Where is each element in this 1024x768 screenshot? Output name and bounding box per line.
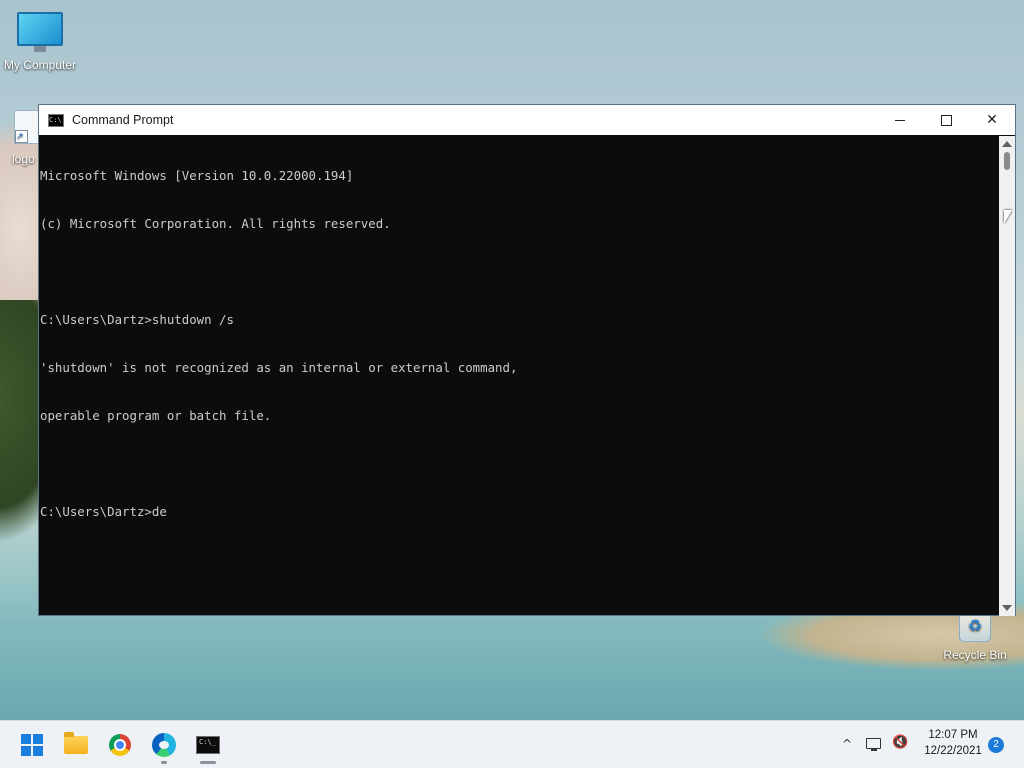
minimize-icon	[895, 119, 905, 121]
console-line: operable program or batch file.	[40, 408, 272, 423]
notification-badge[interactable]: 2	[988, 737, 1004, 753]
taskbar-clock[interactable]: 12:07 PM 12/22/2021	[918, 727, 988, 759]
console-line: 'shutdown' is not recognized as an inter…	[40, 360, 518, 375]
monitor-icon	[17, 12, 63, 52]
desktop-icon-my-computer[interactable]: My Computer	[0, 12, 80, 72]
command-prompt-window[interactable]: C:\ Command Prompt ✕ Microsoft Windows […	[38, 104, 1016, 616]
desktop-icon-label: Recycle Bin	[943, 648, 1007, 662]
taskbar-chrome[interactable]	[104, 729, 136, 761]
maximize-button[interactable]	[923, 105, 969, 135]
window-title: Command Prompt	[72, 113, 174, 127]
close-icon: ✕	[986, 112, 998, 128]
taskbar-file-explorer[interactable]	[60, 729, 92, 761]
edge-icon	[152, 733, 176, 757]
tray-overflow-chevron-icon[interactable]: ^	[840, 737, 854, 751]
cmd-icon: C:\	[48, 113, 64, 127]
console-line: Microsoft Windows [Version 10.0.22000.19…	[40, 168, 354, 183]
scroll-down-icon[interactable]	[1002, 605, 1012, 611]
taskbar-command-prompt[interactable]: C:\_	[192, 729, 224, 764]
clock-time: 12:07 PM	[928, 729, 978, 741]
console-line: C:\Users\Dartz>shutdown /s	[40, 312, 234, 327]
taskbar: C:\_ ^ 🔇 12:07 PM 12/22/2021 2	[0, 720, 1024, 768]
minimize-button[interactable]	[877, 105, 923, 135]
maximize-icon	[940, 114, 952, 126]
desktop-icon-recycle-bin[interactable]: ♻ Recycle Bin	[935, 612, 1015, 662]
console-output[interactable]: Microsoft Windows [Version 10.0.22000.19…	[39, 136, 1001, 616]
recycle-bin-icon: ♻	[959, 612, 991, 642]
vertical-scrollbar[interactable]	[999, 136, 1015, 616]
network-icon[interactable]	[866, 736, 882, 752]
start-button[interactable]	[16, 729, 48, 761]
close-button[interactable]: ✕	[969, 105, 1015, 135]
cmd-icon: C:\_	[196, 736, 220, 754]
console-input-line[interactable]: C:\Users\Dartz>de	[40, 504, 1001, 520]
mouse-cursor-icon	[1004, 210, 1012, 224]
scroll-up-icon[interactable]	[1002, 141, 1012, 147]
clock-date: 12/22/2021	[924, 745, 982, 757]
folder-icon	[64, 732, 88, 754]
console-line: (c) Microsoft Corporation. All rights re…	[40, 216, 391, 231]
taskbar-edge[interactable]	[148, 729, 180, 764]
chrome-icon	[109, 734, 131, 756]
desktop-icon-label: My Computer	[3, 58, 77, 72]
windows-start-icon	[21, 734, 43, 756]
volume-muted-icon[interactable]: 🔇	[892, 735, 910, 753]
window-titlebar[interactable]: C:\ Command Prompt ✕	[39, 105, 1015, 135]
scroll-thumb[interactable]	[1004, 152, 1010, 170]
